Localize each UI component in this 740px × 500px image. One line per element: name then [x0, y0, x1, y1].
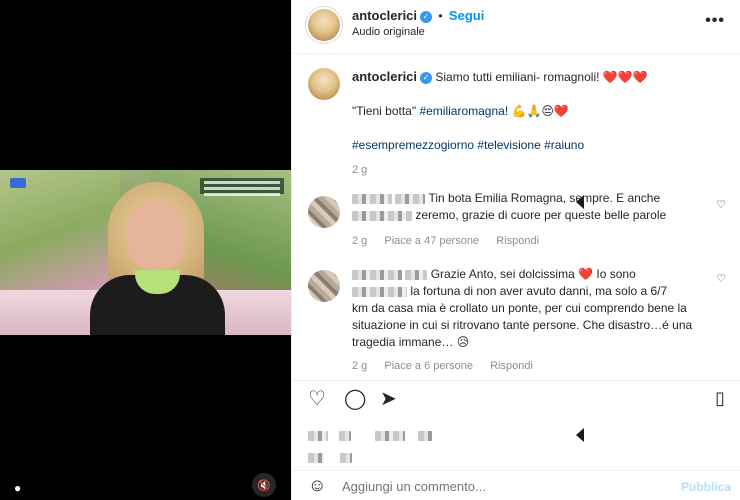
hashtag-link[interactable]: #televisione: [477, 138, 540, 152]
post-header: antoclerici ✓ • Segui Audio originale •••: [292, 0, 740, 54]
comment-2: Grazie Anto, sei dolcissima ❤️ Io sono l…: [352, 266, 702, 375]
heart-icon[interactable]: ♡: [308, 389, 326, 409]
blurred-username: [352, 193, 392, 204]
post-details-panel: antoclerici ✓ • Segui Audio originale •••…: [291, 0, 740, 500]
comment-sad-emoji: 😥: [456, 335, 470, 349]
comment-avatar[interactable]: [308, 270, 340, 302]
video-panel[interactable]: ● 🔇: [0, 0, 291, 500]
hashtag-link[interactable]: #raiuno: [544, 138, 584, 152]
comment-avatar[interactable]: [308, 196, 340, 228]
author-info: antoclerici ✓ • Segui Audio originale: [352, 8, 484, 38]
hashtag-list: #esempremezzogiorno #televisione #raiuno: [352, 136, 722, 154]
comment-likes[interactable]: Piace a 6 persone: [384, 360, 473, 372]
follow-button[interactable]: Segui: [449, 8, 484, 23]
comment-text-line: la fortuna di non aver avuto danni, ma s…: [410, 284, 668, 298]
author-avatar[interactable]: [308, 9, 340, 41]
reply-button[interactable]: Rispondi: [496, 235, 539, 247]
blurred-username: [395, 193, 426, 204]
separator-dot: •: [438, 9, 443, 23]
heart-icon[interactable]: ♡: [716, 272, 726, 285]
reply-button[interactable]: Rispondi: [490, 360, 533, 372]
blurred-text: [352, 286, 407, 297]
caption-time[interactable]: 2 g: [352, 161, 722, 179]
blurred-text: [352, 210, 412, 221]
audio-label[interactable]: Audio originale: [352, 26, 484, 38]
caption-text: antoclerici ✓ Siamo tutti emiliani- romag…: [352, 68, 722, 179]
hashtag-link[interactable]: #emiliaromagna!: [419, 104, 508, 118]
publish-button[interactable]: Pubblica: [681, 480, 731, 494]
muted-speaker-icon[interactable]: 🔇: [252, 473, 276, 497]
comment-time[interactable]: 2 g: [352, 360, 367, 372]
caption-quote: "Tieni botta": [352, 104, 417, 118]
emoji-icon[interactable]: ☺: [308, 476, 326, 494]
caption-avatar[interactable]: [308, 68, 340, 100]
comment-time[interactable]: 2 g: [352, 235, 367, 247]
comment-text-line: Io sono: [596, 267, 636, 281]
user-tag-icon[interactable]: ●: [14, 481, 21, 495]
comment-text-line: zeremo, grazie di cuore per queste belle…: [415, 208, 667, 222]
action-bar: ♡ ◯ ➤ ▯: [292, 380, 740, 420]
more-options-icon[interactable]: •••: [705, 12, 725, 30]
channel-logo: [10, 178, 26, 188]
comment-1: Tin bota Emilia Romagna, sempre. E anche…: [352, 190, 702, 250]
comment-bar: ☺ Pubblica: [292, 470, 740, 500]
blurred-username: [405, 269, 428, 280]
verified-badge-icon: ✓: [420, 71, 433, 84]
comment-text-line: Tin bota Emilia Romagna, sempre. E anche: [428, 191, 661, 205]
heart-icon[interactable]: ♡: [716, 198, 726, 211]
comment-likes[interactable]: Piace a 47 persone: [384, 235, 479, 247]
blurred-username: [352, 269, 402, 280]
media-nav-arrow: [576, 428, 584, 442]
hashtag-link[interactable]: #esempremezzogiorno: [352, 138, 474, 152]
caption-username[interactable]: antoclerici: [352, 69, 417, 84]
author-username[interactable]: antoclerici: [352, 8, 417, 23]
presenter-face: [127, 200, 185, 270]
likes-summary[interactable]: [308, 428, 433, 464]
tv-ticker: [200, 178, 284, 196]
comment-icon[interactable]: ◯: [344, 389, 366, 409]
caption-line1: Siamo tutti emiliani- romagnoli!: [435, 70, 600, 84]
video-frame[interactable]: [0, 170, 291, 335]
bookmark-icon[interactable]: ▯: [715, 389, 725, 407]
comment-input[interactable]: [342, 479, 642, 494]
caption-line2-emoji: 💪🙏😔❤️: [511, 104, 569, 118]
comment-text-line: Grazie Anto, sei dolcissima: [430, 267, 575, 281]
comment-text-line: km da casa mia è crollato un ponte, per …: [352, 301, 693, 349]
verified-badge-icon: ✓: [420, 10, 433, 23]
comment-heart-emoji: ❤️: [578, 267, 594, 281]
share-icon[interactable]: ➤: [380, 389, 397, 409]
caption-line1-emoji: ❤️❤️❤️: [602, 70, 648, 84]
